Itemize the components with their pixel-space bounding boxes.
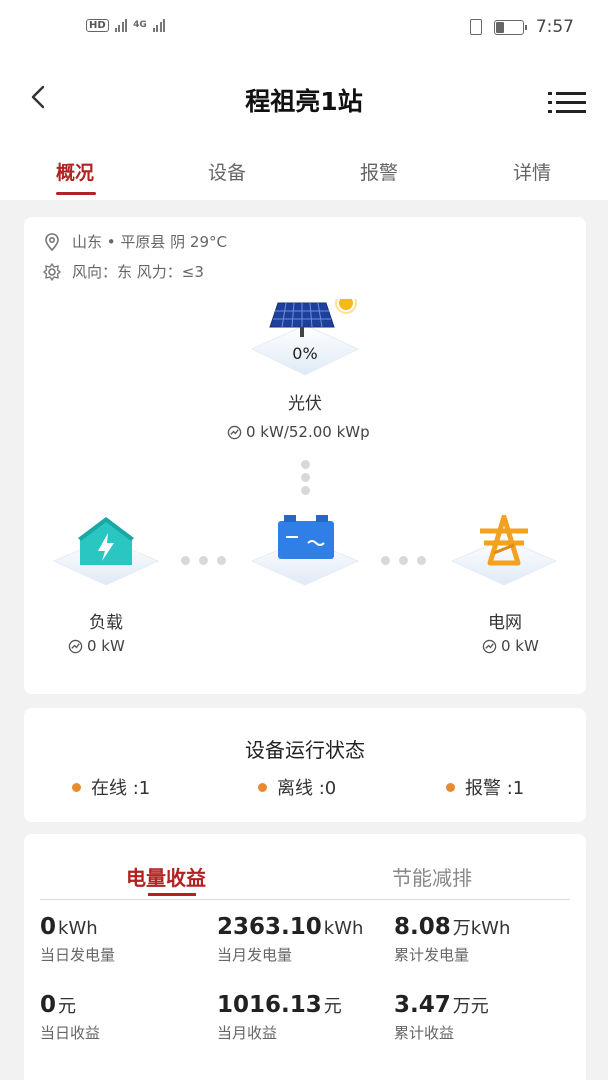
metric-unit: kWh xyxy=(323,918,364,939)
pv-label: 光伏 xyxy=(288,394,322,414)
metric-value: 0 xyxy=(40,914,57,940)
tab-bar: 概况 设备 报警 详情 xyxy=(0,148,608,200)
hd-badge: HD xyxy=(86,18,109,32)
status-online-text: 在线 :1 xyxy=(91,778,151,799)
nav-bar: 程祖亮1站 xyxy=(0,70,608,130)
signal-icon-2 xyxy=(152,18,166,32)
device-status-card[interactable]: 设备运行状态 在线 :1 离线 :0 报警 :1 xyxy=(24,708,586,822)
tab-alarms[interactable]: 报警 xyxy=(360,158,398,185)
grid-tower-icon xyxy=(450,515,558,586)
page-title: 程祖亮1站 xyxy=(245,87,363,116)
load-power-text: 0 kW xyxy=(87,637,125,655)
pv-percent: 0% xyxy=(292,344,318,363)
solar-panel-icon xyxy=(250,299,360,376)
metric-label: 累计收益 xyxy=(394,1024,455,1042)
load-power: 0 kW xyxy=(68,637,125,655)
status-bar: HD 4G 7:57 xyxy=(0,0,608,58)
metric-daily-revenue: 0元 当日收益 xyxy=(40,992,100,1043)
pv-flow-dots xyxy=(301,460,310,495)
device-status-title: 设备运行状态 xyxy=(245,738,365,762)
gauge-icon xyxy=(227,425,242,439)
metric-unit: 万元 xyxy=(452,996,489,1017)
metric-label: 累计发电量 xyxy=(394,946,470,964)
signal-icon xyxy=(114,18,128,32)
status-alarm[interactable]: 报警 :1 xyxy=(446,774,524,800)
metric-label: 当日发电量 xyxy=(40,946,116,964)
status-online[interactable]: 在线 :1 xyxy=(72,774,150,800)
system-indicators: 7:57 xyxy=(469,17,574,37)
battery-icon xyxy=(493,19,527,35)
metric-monthly-generation: 2363.10 kWh 当月发电量 xyxy=(217,914,363,965)
status-dot xyxy=(72,782,81,792)
metric-unit: 元 xyxy=(58,996,77,1017)
tab-energy-saving[interactable]: 节能减排 xyxy=(392,862,472,891)
divider xyxy=(40,899,570,900)
metric-monthly-revenue: 1016.13 元 当月收益 xyxy=(217,992,342,1043)
grid-label: 电网 xyxy=(488,613,522,633)
metric-total-generation: 8.08 万kWh 累计发电量 xyxy=(394,914,510,965)
battery-level-fill xyxy=(495,21,505,33)
metric-unit: 元 xyxy=(323,996,342,1017)
location-line: 山东 • 平原县 阴 29°C xyxy=(42,231,227,252)
energy-revenue-card: 电量收益 节能减排 0 kWh 当日发电量 2363.10 kWh 当月发电量 8.… xyxy=(24,834,586,1080)
energy-flow-card: 山东 • 平原县 阴 29°C 风向：东 风力：≤3 0% 光伏 0 kW/52… xyxy=(24,217,586,694)
grid-flow-dots xyxy=(381,556,426,565)
wind-gear-icon xyxy=(43,262,61,281)
status-dot xyxy=(446,782,455,792)
gauge-icon xyxy=(482,639,497,653)
location-text: 山东 • 平原县 阴 29°C xyxy=(72,233,227,251)
status-offline[interactable]: 离线 :0 xyxy=(258,774,336,800)
metric-label: 当月收益 xyxy=(217,1024,278,1042)
load-flow-dots xyxy=(181,556,226,565)
tab-energy-revenue[interactable]: 电量收益 xyxy=(126,862,206,891)
status-dot xyxy=(258,782,267,792)
metric-value: 0 xyxy=(40,992,57,1018)
metric-label: 当月发电量 xyxy=(217,946,293,964)
tab-overview[interactable]: 概况 xyxy=(56,158,94,185)
energy-tab-underline xyxy=(148,893,196,896)
load-label: 负载 xyxy=(89,613,123,633)
status-offline-text: 离线 :0 xyxy=(277,778,337,799)
metric-total-revenue: 3.47 万元 累计收益 xyxy=(394,992,489,1043)
wind-text: 风向：东 风力：≤3 xyxy=(72,263,204,281)
network-tag: 4G xyxy=(133,20,147,30)
metric-value: 3.47 xyxy=(394,992,451,1018)
load-house-icon xyxy=(52,517,160,586)
metric-value: 2363.10 xyxy=(217,914,322,940)
metric-daily-generation: 0 kWh 当日发电量 xyxy=(40,914,115,965)
wind-line: 风向：东 风力：≤3 xyxy=(42,261,204,282)
metric-label: 当日收益 xyxy=(40,1024,101,1042)
location-pin-icon xyxy=(45,232,59,251)
active-tab-underline xyxy=(56,192,96,195)
vibrate-icon xyxy=(469,19,482,35)
tab-details[interactable]: 详情 xyxy=(513,158,551,185)
network-indicators: HD 4G xyxy=(86,18,166,32)
menu-list-icon[interactable] xyxy=(548,90,586,116)
metric-value: 8.08 xyxy=(394,914,451,940)
battery-storage-icon xyxy=(250,515,360,586)
metric-unit: 万kWh xyxy=(452,918,511,939)
grid-power: 0 kW xyxy=(482,637,539,655)
pv-power-text: 0 kW/52.00 kWp xyxy=(246,423,370,441)
status-alarm-text: 报警 :1 xyxy=(465,778,525,799)
status-time: 7:57 xyxy=(535,17,574,37)
gauge-icon xyxy=(68,639,83,653)
pv-power: 0 kW/52.00 kWp xyxy=(227,423,370,441)
metric-unit: kWh xyxy=(58,918,98,939)
tab-devices[interactable]: 设备 xyxy=(208,158,246,185)
grid-power-text: 0 kW xyxy=(501,637,539,655)
metric-value: 1016.13 xyxy=(217,992,322,1018)
